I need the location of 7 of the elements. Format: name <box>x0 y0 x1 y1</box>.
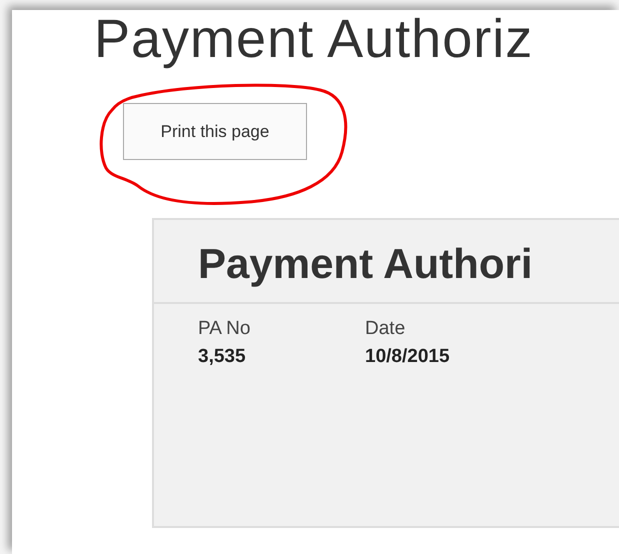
print-button[interactable]: Print this page <box>123 103 307 160</box>
field-label: Date <box>365 318 406 340</box>
field-value: 3,535 <box>198 346 247 368</box>
field-label: PA No <box>198 318 252 340</box>
field-value: 10/8/2015 <box>365 346 451 368</box>
page-title: Payment Authoriz <box>94 10 534 70</box>
card-title: Payment Authori <box>198 240 534 288</box>
